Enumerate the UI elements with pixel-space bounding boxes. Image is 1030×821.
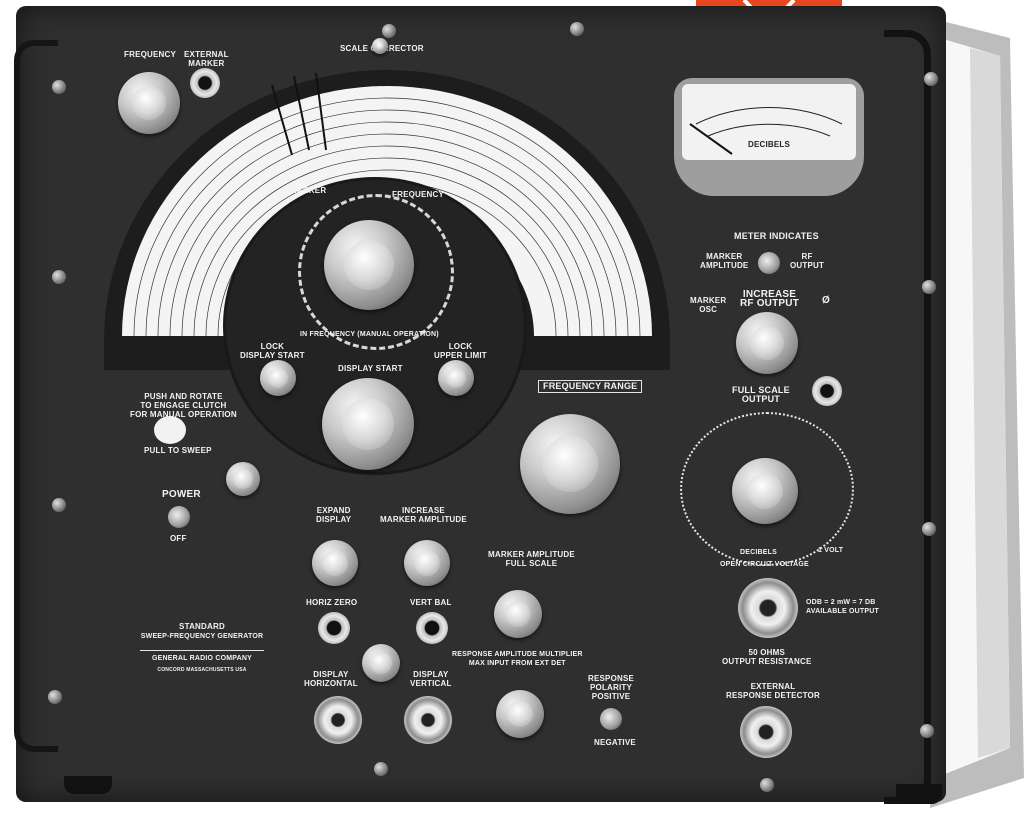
screw [48,690,62,704]
label-external-marker: EXTERNAL MARKER [184,50,229,68]
nameplate: STANDARD SWEEP-FREQUENCY GENERATOR GENER… [140,622,264,680]
response-multiplier-knob[interactable] [496,690,544,738]
screw [570,22,584,36]
label-display-start: DISPLAY START [338,364,403,373]
label-push-rotate: PUSH AND ROTATE TO ENGAGE CLUTCH FOR MAN… [130,392,237,419]
left-handle [14,40,58,752]
external-marker-jack[interactable] [190,68,220,98]
external-detector-connector[interactable] [740,706,792,758]
label-marker-amplitude: MARKER AMPLITUDE [700,252,749,270]
nameplate-divider [140,650,264,651]
nameplate-line3: GENERAL RADIO COMPANY [151,655,252,662]
polarity-switch[interactable] [600,708,622,730]
label-negative: NEGATIVE [594,738,636,747]
label-response-polarity: RESPONSE POLARITY POSITIVE [588,674,635,701]
nameplate-line2: SWEEP-FREQUENCY GENERATOR [140,633,264,640]
full-scale-output-knob[interactable] [732,458,798,524]
label-frequency-top: FREQUENCY [124,50,177,59]
label-marker-osc: MARKER OSC [690,296,727,314]
frequency-range-knob[interactable] [520,414,620,514]
label-output-resistance: 50 OHMS OUTPUT RESISTANCE [722,648,812,666]
label-decibels: DECIBELS [740,549,777,556]
label-increase-marker-amplitude: INCREASE MARKER AMPLITUDE [380,506,467,524]
rf-output-connector[interactable] [738,578,798,638]
foot-right [896,784,942,804]
label-manual-operation: IN FREQUENCY (MANUAL OPERATION) [300,331,439,338]
label-marker: MARKER [290,186,327,195]
dc-jack[interactable] [812,376,842,406]
label-meter-indicates: METER INDICATES [734,231,819,241]
pilot-lamp [226,462,260,496]
label-frequency: FREQUENCY [392,190,445,199]
label-horiz-zero: HORIZ ZERO [306,598,358,607]
screw [382,24,396,38]
label-marker-full-scale: MARKER AMPLITUDE FULL SCALE [488,550,575,568]
marker-amplitude-knob[interactable] [404,540,450,586]
label-display-horizontal: DISPLAY HORIZONTAL [304,670,358,688]
right-handle [884,30,931,804]
label-open-circuit: OPEN CIRCUIT VOLTAGE [720,561,809,568]
label-output-note: ODB = 2 mW = 7 DB AVAILABLE OUTPUT [806,599,879,615]
label-response-multiplier: RESPONSE AMPLITUDE MULTIPLIER MAX INPUT … [452,651,583,667]
vert-bal-control[interactable] [416,612,448,644]
label-external-detector: EXTERNAL RESPONSE DETECTOR [726,682,820,700]
screw [920,724,934,738]
label-increase-rf-output: INCREASE RF OUTPUT [740,289,800,309]
label-display-vertical: DISPLAY VERTICAL [410,670,452,688]
lock-display-start-knob[interactable] [260,360,296,396]
label-full-scale-output: FULL SCALE OUTPUT [732,385,790,404]
manual-frequency-knob[interactable] [324,220,414,310]
marker-full-scale-knob[interactable] [494,590,542,638]
pull-to-sweep-button[interactable] [154,416,186,444]
screw [52,80,66,94]
label-pull-to-sweep: PULL TO SWEEP [144,446,212,455]
power-switch[interactable] [168,506,190,528]
label-one-volt: 1 VOLT [818,547,844,554]
label-off: OFF [170,534,187,543]
label-frequency-range: FREQUENCY RANGE [538,380,643,393]
screw [922,522,936,536]
display-horizontal-connector[interactable] [314,696,362,744]
nameplate-line4: CONCORD MASSACHUSETTS USA [157,667,247,673]
horiz-zero-control[interactable] [318,612,350,644]
scale-corrector-knob[interactable] [372,38,388,54]
meter-indicates-switch[interactable] [758,252,780,274]
screw [924,72,938,86]
label-dc: Ø [822,295,830,306]
display-vertical-connector[interactable] [404,696,452,744]
label-lock-display-start: LOCK DISPLAY START [240,342,305,360]
screw [52,270,66,284]
lock-upper-limit-knob[interactable] [438,360,474,396]
rf-output-knob[interactable] [736,312,798,374]
screw [374,762,388,776]
label-power: POWER [162,489,201,500]
nameplate-line1: STANDARD [179,622,225,631]
screw [922,280,936,294]
label-vert-bal: VERT BAL [410,598,452,607]
meter-scale-label: DECIBELS [748,140,791,149]
display-start-knob[interactable] [322,378,414,470]
foot-left [64,776,112,794]
label-lock-upper-limit: LOCK UPPER LIMIT [434,342,487,360]
label-expand-display: EXPAND DISPLAY [316,506,352,524]
center-adjust-knob[interactable] [362,644,400,682]
screw [52,498,66,512]
expand-display-knob[interactable] [312,540,358,586]
screw [760,778,774,792]
frequency-vernier-knob[interactable] [118,72,180,134]
label-rf-output: RF OUTPUT [790,252,825,270]
